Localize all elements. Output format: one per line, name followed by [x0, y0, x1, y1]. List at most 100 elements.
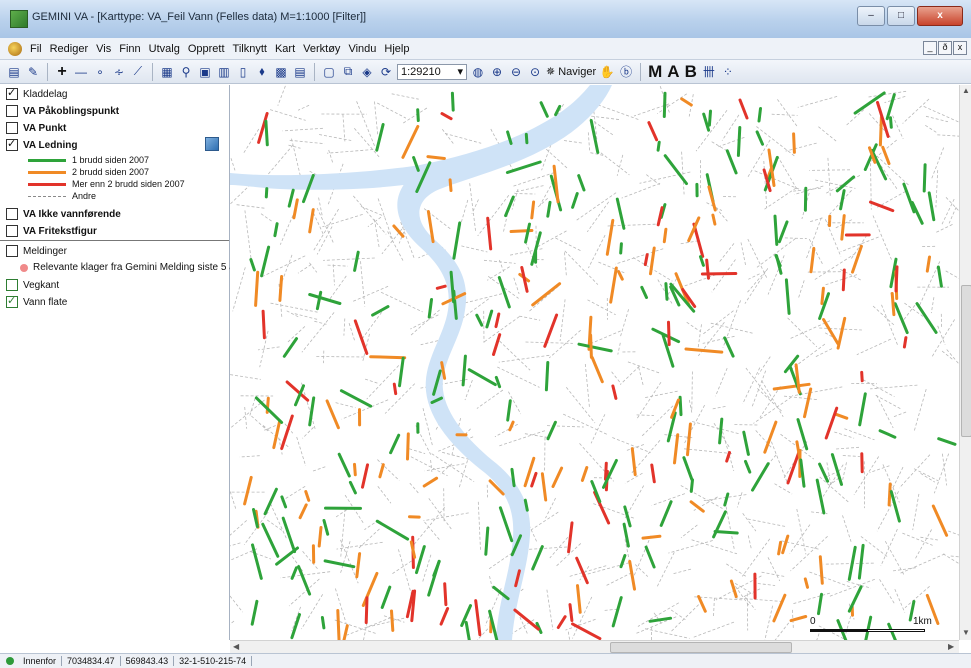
pipe-segment[interactable]	[642, 287, 647, 297]
pipe-segment[interactable]	[843, 270, 844, 290]
pipe-segment[interactable]	[664, 93, 665, 116]
pipe-segment[interactable]	[284, 339, 296, 357]
scale-select[interactable]: 1:29210 ▾	[397, 64, 467, 80]
edit-icon[interactable]: ✎	[25, 64, 41, 80]
pipe-segment[interactable]	[757, 132, 762, 144]
pipe-segment[interactable]	[341, 391, 370, 407]
pipe-segment[interactable]	[664, 229, 666, 242]
pipe-segment[interactable]	[283, 518, 294, 551]
pipe-segment[interactable]	[811, 248, 814, 271]
pipe-segment[interactable]	[658, 208, 662, 225]
pipe-segment[interactable]	[686, 349, 722, 352]
maximize-button[interactable]: □	[887, 6, 915, 26]
pipe-segment[interactable]	[266, 121, 267, 145]
report-icon[interactable]: ▥	[216, 64, 232, 80]
pipe-segment[interactable]	[579, 176, 584, 190]
pipe-segment[interactable]	[554, 166, 558, 202]
pipe-segment[interactable]	[613, 598, 621, 626]
pipe-segment[interactable]	[801, 460, 804, 486]
pipe-segment[interactable]	[871, 202, 893, 211]
pipe-segment[interactable]	[542, 474, 545, 500]
pipe-segment[interactable]	[525, 500, 527, 510]
pipe-segment[interactable]	[357, 554, 360, 577]
pipe-segment[interactable]	[245, 477, 252, 504]
pipe-segment[interactable]	[319, 528, 321, 547]
pipe-segment[interactable]	[929, 193, 934, 220]
pipe-segment[interactable]	[469, 370, 495, 385]
pipe-segment[interactable]	[324, 521, 328, 535]
pipe-segment[interactable]	[569, 523, 572, 552]
pipe-segment[interactable]	[327, 401, 338, 428]
pipe-segment[interactable]	[624, 524, 628, 546]
pipe-segment[interactable]	[429, 300, 431, 318]
pipe-segment[interactable]	[849, 587, 861, 611]
pipe-segment[interactable]	[310, 210, 314, 232]
pipe-segment[interactable]	[515, 610, 538, 629]
pipe-segment[interactable]	[532, 473, 536, 486]
pipe-segment[interactable]	[477, 315, 482, 325]
menu-verktoy[interactable]: Verktøy	[299, 43, 344, 55]
pipe-segment[interactable]	[725, 494, 728, 505]
pipe-segment[interactable]	[548, 202, 550, 216]
layer-row-va-punkt[interactable]: VA Punkt	[6, 122, 66, 134]
pipe-segment[interactable]	[824, 320, 838, 344]
pipe-segment[interactable]	[774, 384, 809, 389]
pipe-segment[interactable]	[428, 157, 445, 159]
pipe-segment[interactable]	[765, 422, 776, 452]
doc-close-button[interactable]: x	[953, 41, 967, 55]
vertical-scroll-thumb[interactable]	[961, 285, 971, 437]
naviger-button[interactable]: ✵ Naviger	[546, 65, 596, 78]
pipe-segment[interactable]	[675, 435, 678, 463]
pipe-segment[interactable]	[849, 547, 855, 579]
pipe-segment[interactable]	[450, 180, 451, 191]
menu-vis[interactable]: Vis	[92, 43, 115, 55]
crosshair-icon[interactable]: +	[54, 64, 70, 80]
scroll-right-icon[interactable]: ▶	[948, 642, 954, 651]
pipe-segment[interactable]	[277, 548, 298, 564]
pipe-segment[interactable]	[680, 397, 681, 414]
pipe-segment[interactable]	[649, 123, 657, 140]
pipe-segment[interactable]	[533, 284, 560, 305]
pipe-segment[interactable]	[880, 431, 895, 438]
pipe-segment[interactable]	[774, 595, 785, 621]
pipe-segment[interactable]	[632, 449, 635, 475]
tube-icon[interactable]: ▯	[235, 64, 251, 80]
pipe-segment[interactable]	[466, 622, 470, 640]
pipe-segment[interactable]	[573, 624, 600, 639]
pipe-segment[interactable]	[820, 294, 829, 319]
points-icon[interactable]: ⁘	[720, 64, 736, 80]
zoom-out-icon[interactable]: ⊖	[508, 64, 524, 80]
pipe-segment[interactable]	[927, 257, 929, 271]
pipe-segment[interactable]	[463, 356, 465, 385]
info-icon[interactable]: ⓑ	[618, 64, 634, 80]
pipe-segment[interactable]	[691, 480, 692, 492]
line-tool-icon[interactable]: —	[73, 64, 89, 80]
new-document-icon[interactable]: ▢	[321, 64, 337, 80]
pipe-segment[interactable]	[658, 142, 659, 150]
pipe-segment[interactable]	[417, 547, 425, 573]
hydrant-icon[interactable]: ⬧	[254, 64, 270, 80]
pipe-segment[interactable]	[889, 484, 890, 505]
layer-checkbox[interactable]	[6, 296, 18, 308]
layer-row-va-fritekstfigur[interactable]: VA Fritekstfigur	[6, 225, 97, 237]
pipe-segment[interactable]	[512, 469, 514, 485]
pipe-segment[interactable]	[652, 465, 655, 482]
pipe-segment[interactable]	[394, 226, 403, 236]
pipe-segment[interactable]	[499, 278, 509, 307]
pipe-segment[interactable]	[794, 134, 795, 152]
pipe-segment[interactable]	[500, 508, 511, 541]
pipe-segment[interactable]	[880, 117, 881, 145]
point-tool-icon[interactable]: ∘	[92, 64, 108, 80]
minimize-button[interactable]: –	[857, 6, 885, 26]
pipe-segment[interactable]	[382, 587, 390, 607]
pipe-segment[interactable]	[779, 222, 787, 242]
pipe-segment[interactable]	[573, 194, 578, 208]
pipe-segment[interactable]	[682, 99, 692, 105]
pipe-segment[interactable]	[526, 224, 530, 242]
pipe-segment[interactable]	[263, 524, 278, 556]
pipe-segment[interactable]	[558, 617, 565, 628]
pipe-segment[interactable]	[545, 315, 557, 346]
pipe-segment[interactable]	[740, 100, 747, 118]
node-tool-icon[interactable]: ∻	[111, 64, 127, 80]
pipe-segment[interactable]	[292, 615, 300, 638]
